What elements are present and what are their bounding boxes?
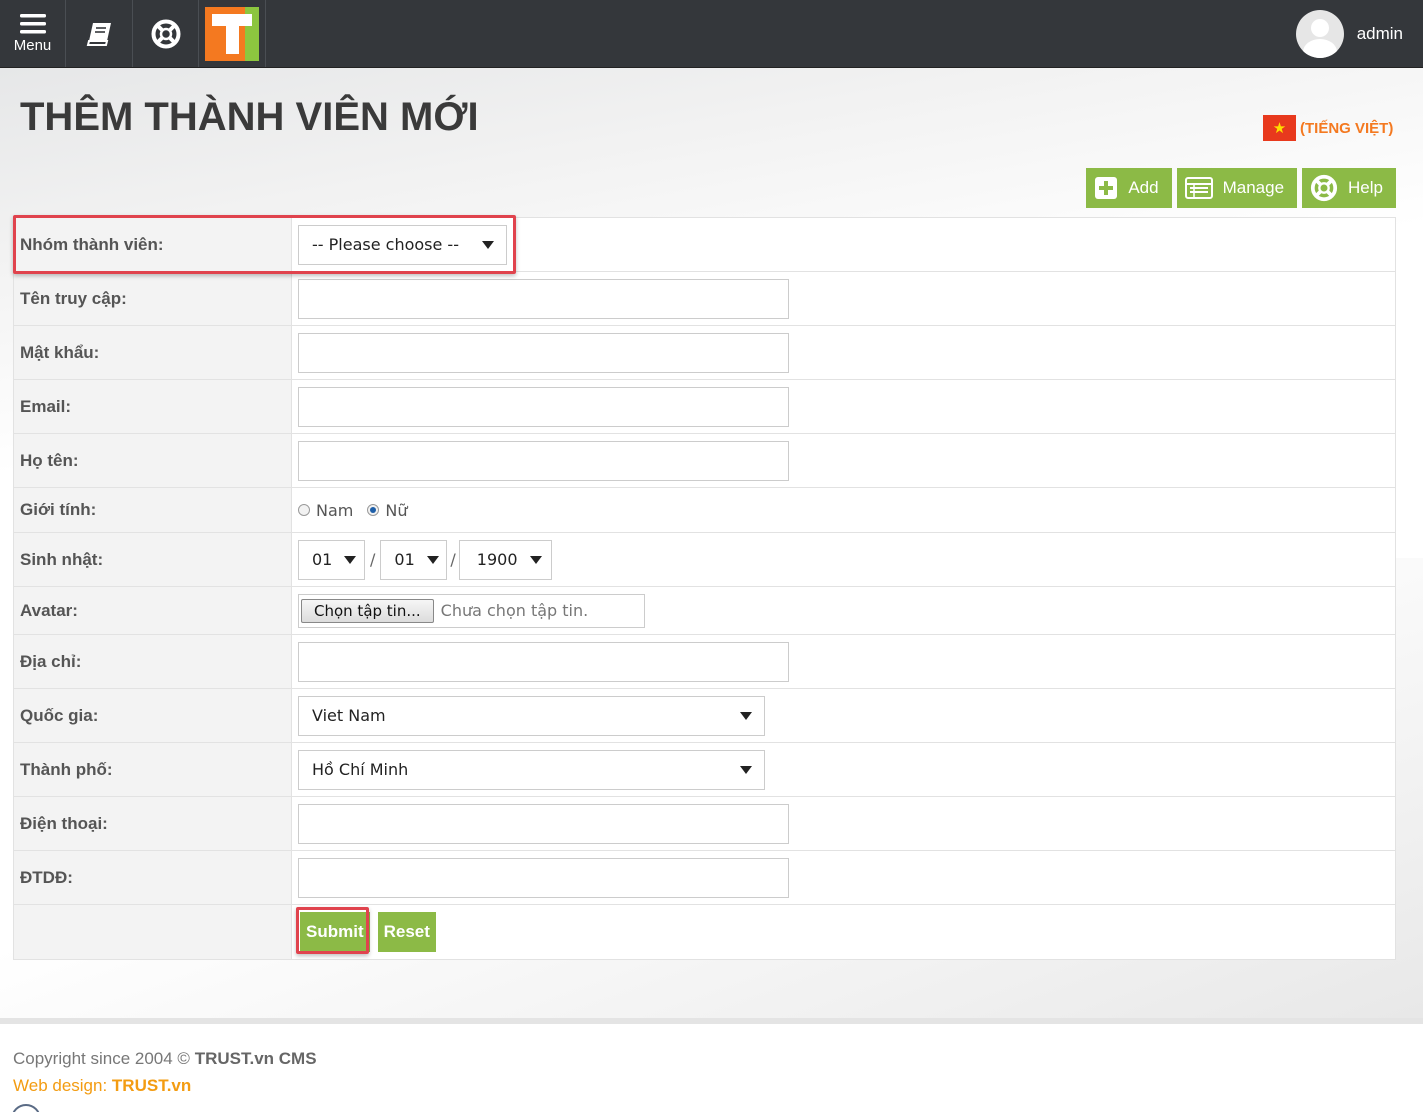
plus-icon: [1095, 177, 1118, 199]
form-row-country: Quốc gia: Viet Nam: [14, 689, 1395, 743]
form-row-birthday: Sinh nhật: 01 / 01 / 1900: [14, 533, 1395, 587]
avatar-label: Avatar:: [14, 587, 292, 634]
form-row-city: Thành phố: Hồ Chí Minh: [14, 743, 1395, 797]
help-label: Help: [1348, 178, 1383, 197]
fullname-label: Họ tên:: [14, 434, 292, 487]
file-status: Chưa chọn tập tin.: [440, 601, 589, 620]
email-label: Email:: [14, 380, 292, 433]
birthday-day-value: 01: [312, 550, 333, 569]
menu-button[interactable]: Menu: [0, 0, 66, 67]
form-row-actions: Submit Reset: [14, 905, 1395, 959]
mobile-label: ĐTDĐ:: [14, 851, 292, 904]
web-design-credit: Web design: TRUST.vn: [13, 1076, 191, 1096]
member-form: Nhóm thành viên: -- Please choose -- Tên…: [13, 217, 1396, 960]
avatar-file-input[interactable]: Chọn tập tin... Chưa chọn tập tin.: [298, 593, 645, 628]
country-value: Viet Nam: [312, 706, 386, 725]
gender-female-label[interactable]: Nữ: [385, 501, 407, 520]
top-navigation-bar: Menu admin: [0, 0, 1423, 68]
email-input[interactable]: [298, 386, 789, 427]
webdesign-link[interactable]: TRUST.vn: [112, 1076, 191, 1095]
username-input[interactable]: [298, 278, 789, 319]
country-select[interactable]: Viet Nam: [298, 695, 765, 736]
form-row-avatar: Avatar: Chọn tập tin... Chưa chọn tập ti…: [14, 587, 1395, 635]
footer-divider: [0, 1018, 1423, 1024]
address-input[interactable]: [298, 641, 789, 682]
lifebuoy-icon: [1310, 174, 1338, 202]
username: admin: [1356, 24, 1403, 43]
language-label: (TIẾNG VIỆT): [1300, 119, 1394, 137]
city-value: Hồ Chí Minh: [312, 760, 409, 779]
fullname-input[interactable]: [298, 440, 789, 481]
webdesign-prefix: Web design:: [13, 1076, 112, 1095]
copyright: Copyright since 2004 © TRUST.vn CMS: [13, 1049, 317, 1069]
gender-female-radio[interactable]: [367, 504, 380, 516]
city-label: Thành phố:: [14, 743, 292, 796]
birthday-year-value: 1900: [476, 550, 518, 569]
manage-label: Manage: [1222, 178, 1285, 197]
add-label: Add: [1128, 178, 1159, 197]
copyright-brand: TRUST.vn CMS: [194, 1049, 317, 1068]
birthday-month-select[interactable]: 01: [380, 539, 448, 580]
chevron-down-icon: [740, 765, 752, 774]
menu-label: Menu: [13, 36, 52, 54]
city-select[interactable]: Hồ Chí Minh: [298, 749, 765, 790]
brand-logo[interactable]: [199, 0, 266, 67]
form-row-username: Tên truy cập:: [14, 272, 1395, 326]
book-icon: [86, 22, 111, 46]
date-separator: /: [370, 550, 376, 569]
country-label: Quốc gia:: [14, 689, 292, 742]
form-row-address: Địa chỉ:: [14, 635, 1395, 689]
help-button[interactable]: Help: [1302, 168, 1396, 208]
username-label: Tên truy cập:: [14, 272, 292, 325]
birthday-month-value: 01: [394, 550, 415, 569]
reset-button[interactable]: Reset: [377, 912, 436, 952]
password-label: Mật khẩu:: [14, 326, 292, 379]
mobile-input[interactable]: [298, 857, 789, 898]
phone-input[interactable]: [298, 803, 789, 844]
page-title: THÊM THÀNH VIÊN MỚI: [20, 95, 479, 139]
list-icon: [1184, 177, 1213, 199]
highlight-group-field: [13, 215, 516, 274]
birthday-label: Sinh nhật:: [14, 533, 292, 586]
birthday-year-select[interactable]: 1900: [458, 539, 552, 580]
support-button[interactable]: [133, 0, 199, 67]
chevron-down-icon: [740, 711, 752, 720]
form-row-gender: Giới tính: Nam Nữ: [14, 488, 1395, 533]
highlight-submit-button: [296, 907, 369, 954]
manage-button[interactable]: Manage: [1176, 168, 1298, 208]
gender-label: Giới tính:: [14, 488, 292, 532]
lifebuoy-icon: [151, 19, 180, 48]
user-menu[interactable]: admin: [1295, 9, 1403, 59]
chevron-down-icon: [426, 555, 439, 564]
chevron-down-icon: [529, 555, 542, 564]
chevron-down-icon: [344, 555, 357, 564]
hamburger-icon: [19, 13, 46, 33]
copyright-prefix: Copyright since 2004 ©: [13, 1049, 195, 1068]
language-selector[interactable]: ★ (TIẾNG VIỆT): [1263, 115, 1393, 141]
password-input[interactable]: [298, 332, 789, 373]
gender-male-radio[interactable]: [298, 504, 310, 516]
phone-label: Điện thoại:: [14, 797, 292, 850]
actions-label-cell: [14, 905, 292, 959]
date-separator: /: [450, 550, 456, 569]
form-row-phone: Điện thoại:: [14, 797, 1395, 851]
birthday-day-select[interactable]: 01: [298, 539, 365, 580]
form-row-fullname: Họ tên:: [14, 434, 1395, 488]
trust-logo-icon: [205, 6, 259, 61]
form-row-email: Email:: [14, 380, 1395, 434]
action-toolbar: Add Manage Help: [1086, 168, 1396, 208]
documentation-button[interactable]: [67, 0, 133, 67]
vietnam-flag-icon: ★: [1263, 115, 1296, 141]
add-button[interactable]: Add: [1086, 168, 1172, 208]
form-row-password: Mật khẩu:: [14, 326, 1395, 380]
form-row-mobile: ĐTDĐ:: [14, 851, 1395, 905]
choose-file-button[interactable]: Chọn tập tin...: [301, 598, 434, 623]
avatar: [1295, 10, 1344, 58]
gender-male-label[interactable]: Nam: [316, 501, 353, 520]
address-label: Địa chỉ:: [14, 635, 292, 688]
